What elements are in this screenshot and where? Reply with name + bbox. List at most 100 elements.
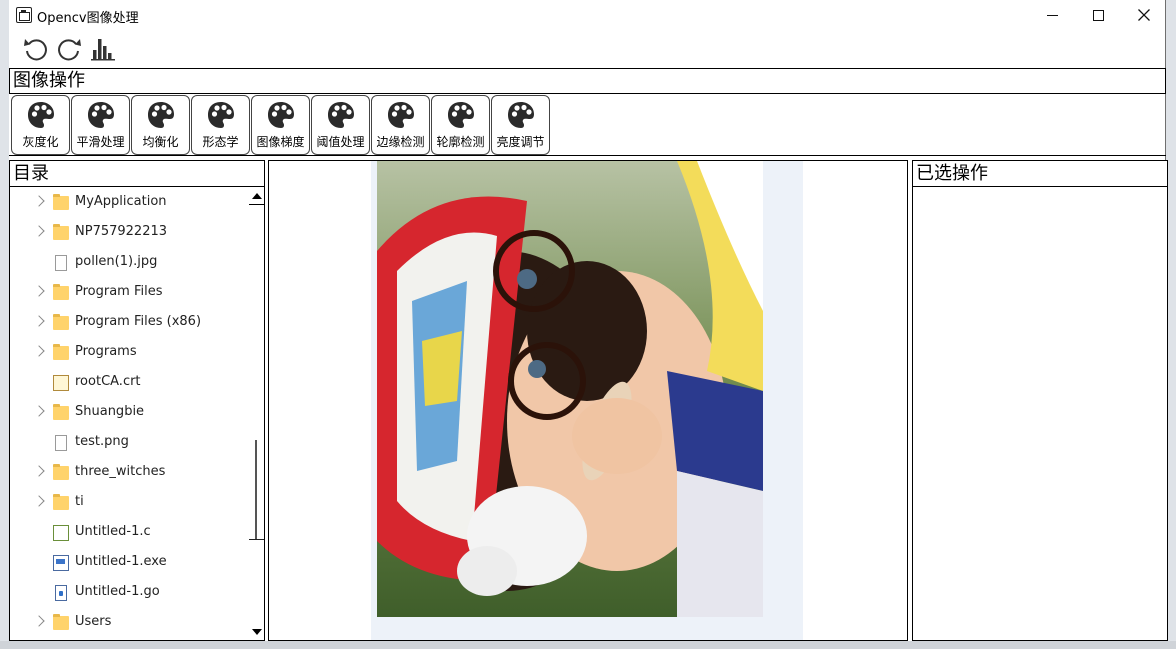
tree-item-label: Untitled-1.exe — [75, 554, 167, 569]
folder-icon — [53, 224, 69, 240]
undo-icon — [24, 39, 47, 61]
tree-item-label: Untitled-1.c — [75, 524, 151, 539]
palette-icon — [148, 102, 174, 128]
chevron-right-icon[interactable] — [33, 315, 45, 327]
tree-item[interactable]: three_witches — [10, 458, 250, 488]
operation-button[interactable]: 灰度化 — [11, 95, 70, 155]
maximize-icon — [1092, 9, 1104, 21]
operation-button-label: 灰度化 — [22, 135, 59, 149]
tree-item[interactable]: Shuangbie — [10, 398, 250, 428]
tree-item[interactable]: Untitled-1.go — [10, 578, 250, 608]
operation-button-label: 亮度调节 — [496, 135, 545, 149]
toolbar — [9, 32, 209, 66]
app-window: Opencv图像处理 图像操作 灰度化 平滑处理 均衡化 形态学 图像梯度 阈值… — [9, 0, 1168, 641]
tree-item[interactable]: pollen(1).jpg — [10, 248, 250, 278]
operation-button[interactable]: 图像梯度 — [251, 95, 310, 155]
palette-icon — [88, 102, 114, 128]
redo-icon — [58, 39, 81, 61]
tree-item[interactable]: test.png — [10, 428, 250, 458]
chevron-right-icon[interactable] — [33, 495, 45, 507]
scroll-up-arrow-icon[interactable] — [252, 193, 262, 199]
chevron-right-icon[interactable] — [33, 405, 45, 417]
chevron-right-icon[interactable] — [33, 345, 45, 357]
tree-item[interactable]: ti — [10, 488, 250, 518]
tree-item[interactable]: Untitled-1.c — [10, 518, 250, 548]
palette-icon — [328, 102, 354, 128]
operation-button-label: 形态学 — [202, 135, 239, 149]
operation-button-label: 图像梯度 — [256, 135, 305, 149]
directory-title: 目录 — [10, 161, 264, 187]
title-bar[interactable]: Opencv图像处理 — [9, 0, 1165, 30]
loaded-photo — [377, 161, 763, 617]
tree-item[interactable]: MyApplication — [10, 188, 250, 218]
close-button[interactable] — [1121, 0, 1167, 30]
histogram-button[interactable] — [88, 34, 118, 64]
operation-button[interactable]: 阈值处理 — [311, 95, 370, 155]
tree-item-label: Shuangbie — [75, 404, 145, 419]
minimize-button[interactable] — [1029, 0, 1075, 30]
operations-group-title: 图像操作 — [9, 68, 1166, 94]
operation-button[interactable]: 亮度调节 — [491, 95, 550, 155]
window-title: Opencv图像处理 — [37, 11, 139, 26]
chevron-right-icon[interactable] — [33, 195, 45, 207]
tree-item[interactable]: rootCA.crt — [10, 368, 250, 398]
operation-button[interactable]: 轮廓检测 — [431, 95, 490, 155]
tree-item-label: Program Files — [75, 284, 163, 299]
folder-icon — [53, 194, 69, 210]
operation-button[interactable]: 形态学 — [191, 95, 250, 155]
palette-icon — [268, 102, 294, 128]
maximize-button[interactable] — [1075, 0, 1121, 30]
tree-item[interactable]: Users — [10, 608, 250, 638]
operation-button-label: 阈值处理 — [316, 135, 365, 149]
image-display-panel — [268, 160, 908, 641]
operation-button[interactable]: 均衡化 — [131, 95, 190, 155]
operation-button[interactable]: 边缘检测 — [371, 95, 430, 155]
minimize-icon — [1046, 14, 1058, 16]
palette-icon — [28, 102, 54, 128]
app-icon — [16, 7, 32, 23]
close-icon — [1138, 9, 1150, 21]
directory-tree: MyApplication NP757922213 pollen(1).jpg Pro… — [10, 188, 250, 638]
tree-item[interactable]: Programs — [10, 338, 250, 368]
scroll-down-arrow-icon[interactable] — [252, 629, 262, 635]
undo-button[interactable] — [21, 34, 51, 64]
tree-item[interactable]: Untitled-1.exe — [10, 548, 250, 578]
directory-scrollbar[interactable] — [249, 188, 264, 640]
executable-icon — [53, 555, 69, 571]
operation-button-label: 轮廓检测 — [436, 135, 485, 149]
histogram-icon — [91, 39, 115, 61]
operation-button-label: 均衡化 — [142, 135, 179, 149]
selected-operations-panel: 已选操作 — [912, 160, 1168, 641]
folder-icon — [53, 614, 69, 630]
scrollbar-thumb[interactable] — [255, 440, 257, 540]
photo-illustration — [377, 161, 763, 617]
tree-item[interactable]: NP757922213 — [10, 218, 250, 248]
chevron-right-icon[interactable] — [33, 615, 45, 627]
tree-item[interactable]: Program Files — [10, 278, 250, 308]
folder-icon — [53, 284, 69, 300]
palette-icon — [448, 102, 474, 128]
tree-item-label: NP757922213 — [75, 224, 168, 239]
chevron-right-icon[interactable] — [33, 465, 45, 477]
tree-item-label: Untitled-1.go — [75, 584, 160, 599]
image-frame — [371, 161, 803, 640]
chevron-right-icon[interactable] — [33, 285, 45, 297]
operation-button[interactable]: 平滑处理 — [71, 95, 130, 155]
tree-item-label: Program Files (x86) — [75, 314, 202, 329]
operations-row: 灰度化 平滑处理 均衡化 形态学 图像梯度 阈值处理 边缘检测 轮廓检测 亮度调节 — [9, 94, 1166, 156]
selected-operations-title: 已选操作 — [913, 161, 1167, 187]
operation-button-label: 边缘检测 — [376, 135, 425, 149]
directory-panel: 目录 MyApplication NP757922213 pollen(1).jpg… — [9, 160, 265, 641]
chevron-right-icon[interactable] — [33, 225, 45, 237]
file-icon — [55, 255, 67, 271]
redo-button[interactable] — [54, 34, 84, 64]
certificate-icon — [53, 375, 69, 391]
scrollbar-thumb-end — [249, 539, 264, 540]
tree-item-label: pollen(1).jpg — [75, 254, 158, 269]
tree-item-label: MyApplication — [75, 194, 167, 209]
tree-item-label: ti — [75, 494, 84, 509]
tree-item-label: test.png — [75, 434, 129, 449]
tree-item[interactable]: Program Files (x86) — [10, 308, 250, 338]
tree-item-label: rootCA.crt — [75, 374, 141, 389]
operation-button-label: 平滑处理 — [76, 135, 125, 149]
